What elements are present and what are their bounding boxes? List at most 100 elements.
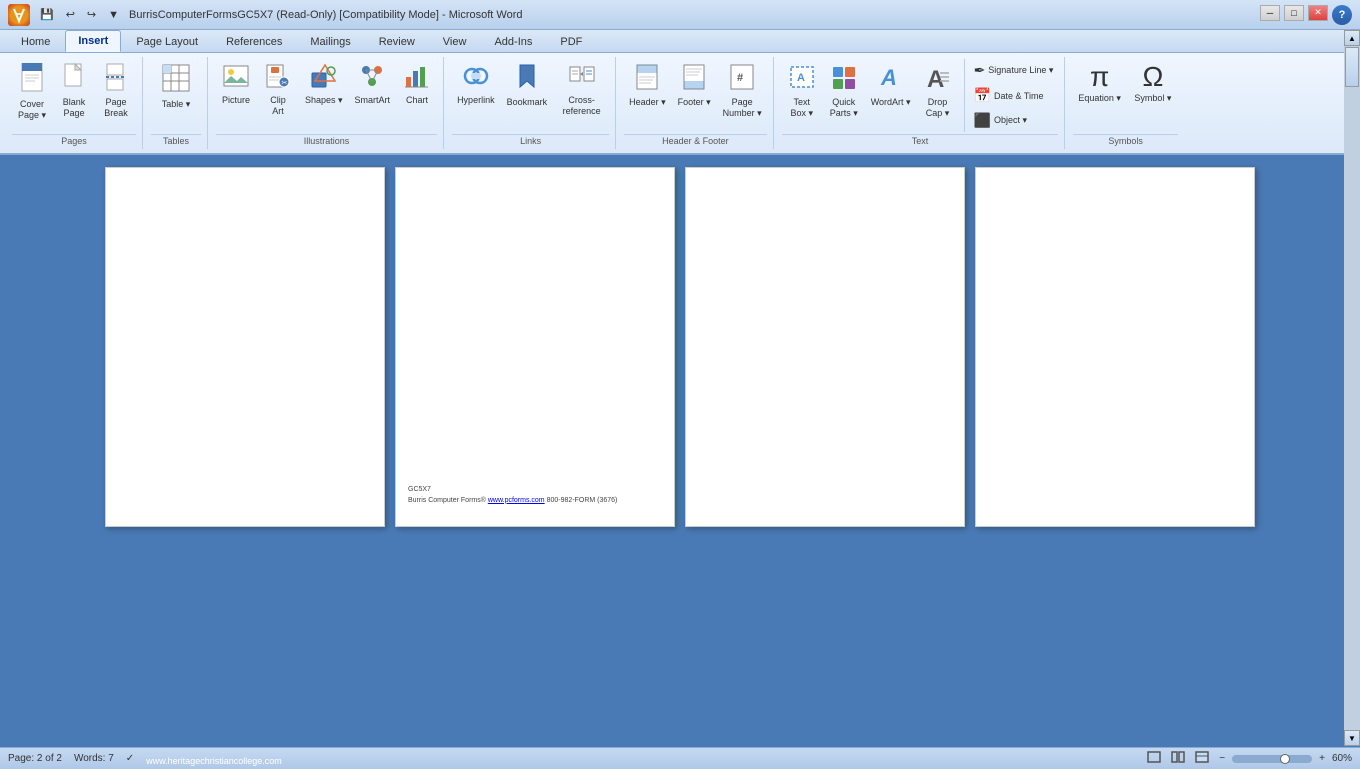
text-box-icon: A: [789, 63, 815, 95]
document-page-3[interactable]: [685, 167, 965, 527]
cover-page-label: CoverPage ▾: [18, 99, 46, 121]
page-break-label: PageBreak: [104, 97, 128, 119]
status-right: − + 60%: [1144, 750, 1352, 767]
word-count: Words: 7: [74, 753, 114, 764]
cross-reference-button[interactable]: Cross-reference: [554, 59, 609, 121]
zoom-in-button[interactable]: +: [1316, 752, 1328, 765]
redo-qa-button[interactable]: ↪: [83, 6, 100, 23]
symbol-button[interactable]: Ω Symbol ▾: [1128, 59, 1178, 108]
page-number-button[interactable]: # PageNumber ▾: [718, 59, 767, 123]
close-button[interactable]: ✕: [1308, 5, 1328, 21]
pages-group: CoverPage ▾ BlankPage: [6, 57, 143, 149]
signature-line-button[interactable]: ✒ Signature Line ▾: [969, 59, 1059, 82]
header-footer-group-label: Header & Footer: [624, 134, 767, 147]
maximize-button[interactable]: □: [1284, 5, 1304, 21]
document-area: GC5X7 Burris Computer Forms® www.pcforms…: [0, 155, 1360, 747]
text-group-buttons: A TextBox ▾ QuickParts ▾: [782, 59, 1059, 132]
chart-icon: [404, 63, 430, 93]
scroll-down-button[interactable]: ▼: [1344, 730, 1360, 746]
document-page-1[interactable]: [105, 167, 385, 527]
zoom-slider[interactable]: [1232, 755, 1312, 763]
symbol-label: Symbol ▾: [1134, 93, 1171, 104]
cross-reference-icon: [568, 63, 596, 93]
scroll-up-button[interactable]: ▲: [1344, 30, 1360, 46]
illustrations-group: Picture ✂ ClipArt: [210, 57, 444, 149]
header-button[interactable]: Header ▾: [624, 59, 671, 112]
ribbon: CoverPage ▾ BlankPage: [0, 53, 1360, 155]
title-bar-controls: ─ □ ✕ ?: [1260, 5, 1352, 25]
date-time-label: Date & Time: [994, 91, 1044, 101]
minimize-button[interactable]: ─: [1260, 5, 1280, 21]
picture-button[interactable]: Picture: [216, 59, 256, 110]
document-page-2[interactable]: GC5X7 Burris Computer Forms® www.pcforms…: [395, 167, 675, 527]
spell-check-icon: ✓: [126, 753, 134, 764]
cover-page-button[interactable]: CoverPage ▾: [12, 59, 52, 125]
page-group-left: GC5X7 Burris Computer Forms® www.pcforms…: [105, 167, 675, 527]
signature-line-icon: ✒: [974, 62, 986, 79]
clip-art-label: ClipArt: [270, 95, 286, 117]
smartart-button[interactable]: SmartArt: [350, 59, 396, 110]
web-layout-view-button[interactable]: [1192, 750, 1212, 767]
page-break-button[interactable]: PageBreak: [96, 59, 136, 123]
customize-qa-button[interactable]: ▼: [104, 7, 123, 23]
blank-page-icon: [63, 63, 85, 95]
page-number-label: PageNumber ▾: [723, 97, 762, 119]
object-icon: ⬛: [974, 112, 991, 129]
tab-insert[interactable]: Insert: [65, 30, 121, 52]
drop-cap-label: DropCap ▾: [926, 97, 950, 119]
equation-button[interactable]: π Equation ▾: [1073, 59, 1126, 108]
tables-buttons: Table ▾: [151, 59, 201, 132]
clip-art-icon: ✂: [265, 63, 291, 93]
bookmark-label: Bookmark: [507, 97, 548, 108]
quick-parts-icon: [831, 63, 857, 95]
shapes-button[interactable]: Shapes ▾: [300, 59, 348, 110]
svg-text:✂: ✂: [282, 80, 288, 87]
hyperlink-button[interactable]: Hyperlink: [452, 59, 500, 110]
blank-page-label: BlankPage: [63, 97, 86, 119]
zoom-thumb[interactable]: [1280, 754, 1290, 764]
undo-qa-button[interactable]: ↩: [62, 6, 79, 23]
wordart-button[interactable]: A WordArt ▾: [866, 59, 916, 123]
tables-group-label: Tables: [151, 134, 201, 147]
full-screen-view-button[interactable]: [1168, 750, 1188, 767]
tab-references[interactable]: References: [213, 31, 295, 52]
table-button[interactable]: Table ▾: [151, 59, 201, 114]
tab-mailings[interactable]: Mailings: [297, 31, 363, 52]
print-layout-view-button[interactable]: [1144, 750, 1164, 767]
symbol-icon: Ω: [1142, 63, 1163, 91]
signature-line-label: Signature Line ▾: [988, 65, 1053, 76]
footer-icon: [682, 63, 706, 95]
quick-parts-button[interactable]: QuickParts ▾: [824, 59, 864, 123]
text-group: A TextBox ▾ QuickParts ▾: [776, 57, 1066, 149]
bookmark-button[interactable]: Bookmark: [502, 59, 553, 112]
page-info: Page: 2 of 2: [8, 753, 62, 764]
date-time-button[interactable]: 📅 Date & Time: [969, 84, 1059, 107]
tab-home[interactable]: Home: [8, 31, 63, 52]
help-button[interactable]: ?: [1332, 5, 1352, 25]
tab-review[interactable]: Review: [366, 31, 428, 52]
page-footer: GC5X7 Burris Computer Forms® www.pcforms…: [408, 485, 617, 506]
zoom-out-button[interactable]: −: [1216, 752, 1228, 765]
page-number-icon: #: [729, 63, 755, 95]
title-bar: 💾 ↩ ↪ ▼ BurrisComputerFormsGC5X7 (Read-O…: [0, 0, 1360, 30]
tab-pdf[interactable]: PDF: [547, 31, 595, 52]
illustrations-group-label: Illustrations: [216, 134, 437, 147]
tab-view[interactable]: View: [430, 31, 480, 52]
document-page-4[interactable]: [975, 167, 1255, 527]
chart-button[interactable]: Chart: [397, 59, 437, 110]
quick-parts-label: QuickParts ▾: [830, 97, 858, 119]
tab-page-layout[interactable]: Page Layout: [123, 31, 211, 52]
footer-link[interactable]: www.pcforms.com: [488, 497, 545, 504]
footer-button[interactable]: Footer ▾: [673, 59, 716, 112]
drop-cap-button[interactable]: A DropCap ▾: [918, 59, 958, 123]
text-box-button[interactable]: A TextBox ▾: [782, 59, 822, 123]
date-time-icon: 📅: [974, 87, 991, 104]
blank-page-button[interactable]: BlankPage: [54, 59, 94, 123]
picture-label: Picture: [222, 95, 250, 106]
object-button[interactable]: ⬛ Object ▾: [969, 109, 1059, 132]
scroll-track[interactable]: [1344, 46, 1360, 730]
clip-art-button[interactable]: ✂ ClipArt: [258, 59, 298, 121]
scroll-thumb[interactable]: [1345, 47, 1359, 87]
save-qa-button[interactable]: 💾: [36, 6, 58, 23]
tab-add-ins[interactable]: Add-Ins: [481, 31, 545, 52]
